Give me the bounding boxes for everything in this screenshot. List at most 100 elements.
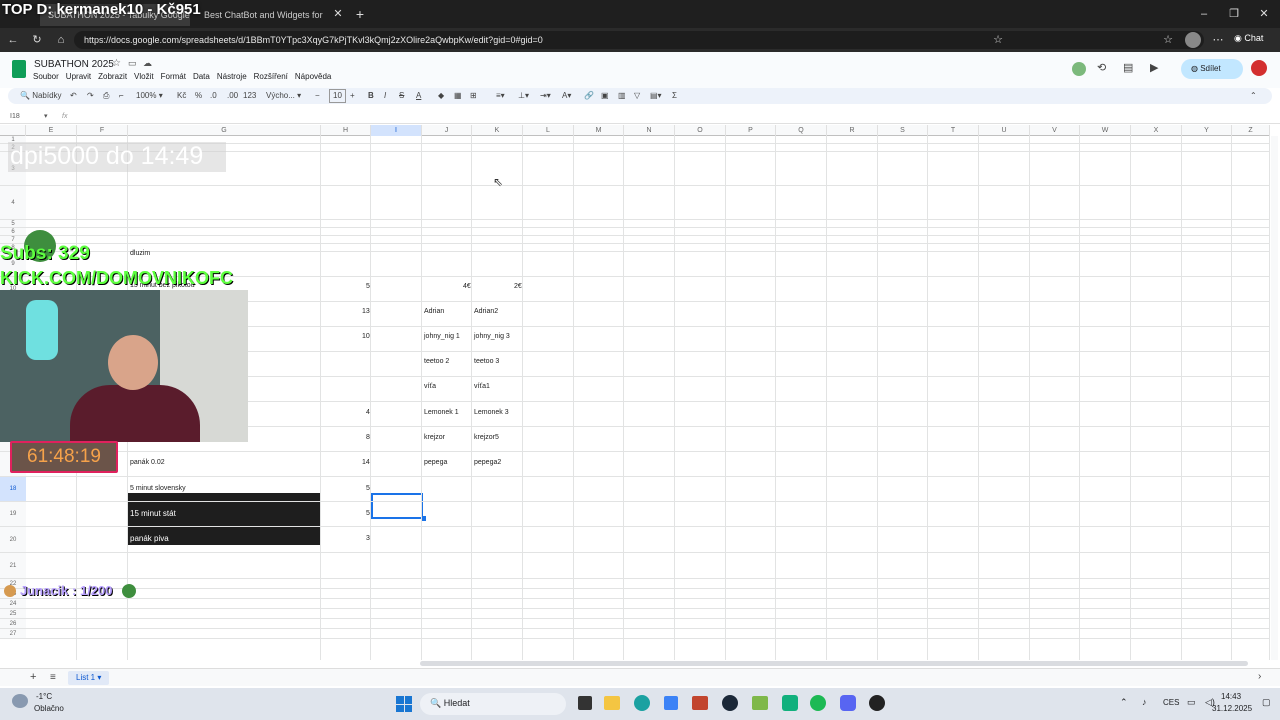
menu-item-7[interactable]: Rozšíření — [254, 72, 288, 81]
cell-j11[interactable]: johny_nig 1 — [424, 333, 460, 340]
cell-k10[interactable]: Adrian2 — [474, 308, 498, 315]
url-field[interactable]: https://docs.google.com/spreadsheets/d/1… — [74, 31, 1204, 49]
name-box-dropdown-icon[interactable]: ▾ — [44, 112, 48, 120]
filter-icon[interactable]: ▽ — [634, 89, 640, 103]
app-icon-4[interactable] — [869, 695, 885, 711]
row-header-19[interactable]: 19 — [0, 502, 26, 527]
meet-icon[interactable]: ▶ — [1150, 61, 1158, 74]
close-window-icon[interactable]: ✕ — [1256, 6, 1272, 22]
back-icon[interactable]: ← — [5, 32, 21, 48]
menu-item-4[interactable]: Formát — [161, 72, 186, 81]
cell-h17[interactable]: 5 — [366, 485, 370, 492]
edge-icon[interactable] — [634, 695, 650, 711]
cell-g18[interactable]: 15 minut stát — [130, 509, 176, 518]
functions-icon[interactable]: Σ — [672, 89, 677, 103]
file-explorer-icon[interactable] — [604, 696, 620, 710]
fill-color-icon[interactable]: ◆ — [438, 89, 444, 103]
copilot-chat-button[interactable]: ◉ Chat — [1234, 33, 1263, 44]
column-header-w[interactable]: W — [1080, 125, 1131, 136]
cell-k9[interactable]: 2€ — [514, 283, 522, 290]
collapse-toolbar-icon[interactable]: ⌃ — [1250, 89, 1257, 103]
comments-icon[interactable]: ▤ — [1123, 61, 1133, 74]
name-box[interactable]: I18 — [10, 113, 20, 120]
column-header-p[interactable]: P — [726, 125, 776, 136]
tab-chatbot[interactable]: Best ChatBot and Widgets for — [196, 4, 344, 26]
corner-cell[interactable] — [0, 125, 26, 136]
clock-time[interactable]: 14:43 — [1221, 692, 1241, 701]
minimize-icon[interactable]: – — [1196, 6, 1212, 22]
cell-g17[interactable]: 5 minut slovensky — [130, 485, 186, 492]
bold-icon[interactable]: B — [368, 89, 374, 103]
document-title[interactable]: SUBATHON 2025 — [34, 59, 114, 70]
column-header-j[interactable]: J — [422, 125, 472, 136]
app-icon-1[interactable] — [692, 696, 708, 710]
cell-h10[interactable]: 13 — [362, 308, 370, 315]
column-header-r[interactable]: R — [827, 125, 878, 136]
vertical-scrollbar[interactable] — [1271, 136, 1278, 660]
start-icon[interactable] — [396, 696, 412, 712]
horizontal-scrollbar[interactable] — [420, 661, 1248, 666]
cell-g19[interactable]: panák piva — [130, 534, 169, 543]
taskbar-search[interactable]: 🔍 Hledat — [420, 693, 566, 715]
close-tab-icon[interactable]: ✕ — [330, 6, 346, 22]
link-icon[interactable]: 🔗 — [584, 89, 594, 103]
cell-j12[interactable]: teetoo 2 — [424, 358, 449, 365]
cell-k16[interactable]: pepega2 — [474, 459, 501, 466]
notification-icon[interactable]: ▢ — [1262, 697, 1271, 708]
rotate-icon[interactable]: A▾ — [562, 89, 571, 103]
cell-j9[interactable]: 4€ — [463, 283, 471, 290]
row-header-20[interactable]: 20 — [0, 527, 26, 553]
column-header-t[interactable]: T — [928, 125, 979, 136]
valign-icon[interactable]: ⊥▾ — [518, 89, 529, 103]
increase-font-icon[interactable]: + — [350, 89, 355, 103]
font-size-input[interactable]: 10 — [329, 89, 346, 103]
cell-dluzim[interactable]: dluzim — [130, 250, 150, 257]
column-header-i[interactable]: I — [371, 125, 422, 136]
merge-icon[interactable]: ⊞ — [470, 89, 477, 103]
increase-decimal-button[interactable]: .00 — [227, 89, 238, 103]
sheets-logo-icon[interactable] — [12, 60, 26, 78]
cell-h16[interactable]: 14 — [362, 459, 370, 466]
decrease-font-icon[interactable]: − — [315, 89, 320, 103]
microphone-icon[interactable]: ♪ — [1142, 697, 1147, 707]
column-header-u[interactable]: U — [979, 125, 1030, 136]
column-header-y[interactable]: Y — [1182, 125, 1232, 136]
weather-icon[interactable] — [12, 694, 28, 708]
currency-button[interactable]: Kč — [177, 89, 186, 103]
text-color-icon[interactable]: A — [416, 89, 421, 103]
steam-icon[interactable] — [722, 695, 738, 711]
cell-k12[interactable]: teetoo 3 — [474, 358, 499, 365]
profile-avatar[interactable] — [1185, 32, 1201, 48]
row-header-18[interactable]: 18 — [0, 477, 26, 502]
decrease-decimal-button[interactable]: .0 — [210, 89, 217, 103]
cell-h18[interactable]: 5 — [366, 510, 370, 517]
home-icon[interactable]: ⌂ — [53, 32, 69, 48]
menu-search[interactable]: 🔍 Nabídky — [20, 89, 62, 103]
wrap-icon[interactable]: ⇥▾ — [540, 89, 551, 103]
menu-item-2[interactable]: Zobrazit — [98, 72, 127, 81]
italic-icon[interactable]: I — [384, 89, 386, 103]
explore-icon[interactable]: › — [1258, 671, 1261, 682]
account-avatar[interactable] — [1251, 60, 1267, 76]
column-header-e[interactable]: E — [26, 125, 77, 136]
column-header-f[interactable]: F — [77, 125, 128, 136]
discord-icon[interactable] — [840, 695, 856, 711]
column-header-z[interactable]: Z — [1232, 125, 1270, 136]
column-header-k[interactable]: K — [472, 125, 523, 136]
cell-h15[interactable]: 8 — [366, 434, 370, 441]
number-format-button[interactable]: 123 — [243, 89, 256, 103]
language-indicator[interactable]: CES — [1163, 698, 1179, 707]
cell-j10[interactable]: Adrian — [424, 308, 444, 315]
menu-item-1[interactable]: Upravit — [66, 72, 91, 81]
cell-k11[interactable]: johny_nig 3 — [474, 333, 510, 340]
add-sheet-icon[interactable]: + — [30, 671, 36, 683]
row-header-4[interactable]: 4 — [0, 186, 26, 220]
app-icon-3[interactable] — [782, 695, 798, 711]
maximize-icon[interactable]: ❐ — [1226, 6, 1242, 22]
align-icon[interactable]: ≡▾ — [496, 89, 505, 103]
cell-h9[interactable]: 5 — [366, 283, 370, 290]
percent-button[interactable]: % — [195, 89, 202, 103]
all-sheets-icon[interactable]: ≡ — [50, 672, 56, 683]
print-icon[interactable]: ⎙ — [103, 89, 109, 103]
favorite-icon[interactable]: ☆ — [990, 32, 1006, 48]
